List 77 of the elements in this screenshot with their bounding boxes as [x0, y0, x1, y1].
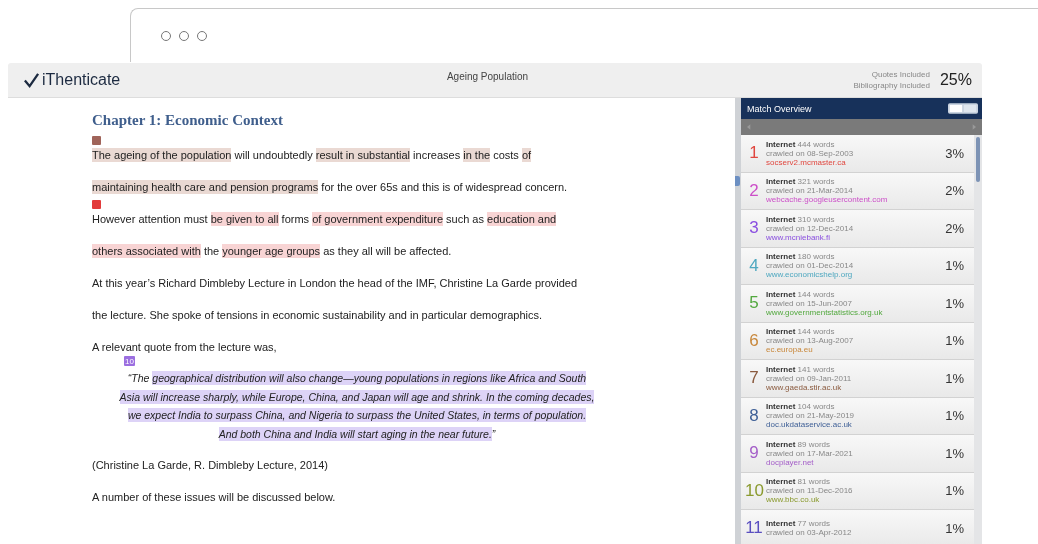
crawl-date: crawled on 15-Jun-2007	[766, 298, 853, 308]
crawl-date: crawled on 17-Mar-2021	[766, 448, 854, 458]
match-percent: 3%	[945, 145, 964, 161]
source-type: Internet 444 words	[766, 139, 836, 149]
panel-title: Match Overview	[747, 103, 812, 114]
source-number: 9	[748, 443, 760, 464]
source-url[interactable]: socserv2.mcmaster.ca	[766, 157, 946, 167]
document-text: A number of these issues will be discussed below.	[92, 491, 336, 503]
source-number: 4	[748, 255, 760, 276]
source-number: 7	[748, 368, 760, 389]
crawl-date: crawled on 08-Sep-2003	[766, 148, 855, 158]
match-percent: 2%	[945, 183, 964, 199]
match-percent: 2%	[945, 220, 964, 236]
chapter-heading: Chapter 1: Economic Context	[92, 112, 284, 129]
filter-option[interactable]: Bibliography Included	[853, 81, 930, 90]
crawl-date: crawled on 21-Mar-2014	[766, 186, 854, 196]
match-percent: 1%	[945, 483, 964, 499]
source-type: Internet 321 words	[766, 177, 836, 187]
source-type: Internet 141 words	[766, 364, 836, 374]
match-percent: 1%	[945, 445, 964, 461]
source-type: Internet 77 words	[766, 519, 832, 529]
source-url[interactable]: docplayer.net	[766, 457, 946, 467]
crawl-date: crawled on 09-Jan-2011	[766, 373, 853, 383]
source-url[interactable]: www.mcniebank.fi	[766, 232, 946, 242]
crawl-date: crawled on 01-Dec-2014	[766, 261, 855, 271]
source-number: 11	[745, 518, 763, 539]
source-number: 3	[748, 218, 760, 239]
source-type: Internet 310 words	[766, 214, 836, 224]
crawl-date: crawled on 03-Apr-2012	[766, 528, 853, 538]
source-number: 2	[748, 180, 760, 201]
document-text: And both China and India will start aging in the near future.”	[218, 427, 496, 440]
source-number: 10	[745, 480, 763, 501]
match-marker[interactable]	[92, 136, 101, 145]
match-percent: 1%	[945, 258, 964, 274]
source-url[interactable]: www.gaeda.stir.ac.uk	[766, 382, 946, 392]
crawl-date: crawled on 21-May-2019	[766, 411, 856, 421]
source-type: Internet 104 words	[766, 402, 836, 412]
brand-logo: iThenticate	[42, 71, 121, 89]
panel-tab-handle[interactable]	[735, 176, 740, 186]
match-percent: 1%	[945, 370, 964, 386]
source-number: 1	[748, 143, 760, 164]
view-toggle-icon[interactable]	[948, 103, 978, 114]
source-number: 8	[748, 405, 760, 426]
crawl-date: crawled on 12-Dec-2014	[766, 223, 855, 233]
match-percent: 1%	[945, 408, 964, 424]
document-text: However attention must be given to all forms of government expenditure such as education and	[92, 213, 557, 225]
document-title: Ageing Population	[446, 70, 529, 82]
document-text: maintaining health care and pension programs for the over 65s and this is of widespread concern.	[92, 181, 568, 193]
document-text: (Christine La Garde, R. Dimbleby Lecture, 2014)	[92, 459, 328, 471]
source-number: 6	[748, 330, 760, 351]
checkmark-icon	[23, 71, 40, 89]
match-percent: 1%	[945, 295, 964, 311]
document-text: others associated with the younger age groups as they all will be affected.	[92, 245, 452, 257]
scrollbar[interactable]	[976, 137, 980, 182]
document-text: A relevant quote from the lecture was,	[92, 341, 277, 353]
filter-option[interactable]: Quotes Included	[871, 70, 930, 79]
source-type: Internet 144 words	[766, 327, 836, 337]
document-text: we expect India to surpass China, and Nigeria to surpass the United States, in terms of population.	[127, 409, 587, 422]
document-text: “The geographical distribution will also change—young populations in regions like Africa and South	[127, 372, 587, 385]
crawl-date: crawled on 11-Dec-2016	[766, 486, 854, 496]
document-text: The ageing of the population will undoubtedly result in substantial increases in the costs of	[92, 149, 532, 161]
source-type: Internet 144 words	[766, 289, 836, 299]
source-number: 5	[748, 293, 760, 314]
source-type: Internet 89 words	[766, 439, 832, 449]
source-type: Internet 180 words	[766, 252, 836, 262]
match-marker[interactable]: 10	[124, 356, 135, 366]
source-url[interactable]: doc.ukdataservice.ac.uk	[766, 420, 946, 430]
source-url[interactable]: webcache.googleusercontent.com	[766, 195, 946, 205]
similarity-score: 25%	[939, 71, 972, 89]
match-marker[interactable]	[92, 200, 101, 209]
match-percent: 1%	[945, 520, 964, 536]
document-text: Asia will increase sharply, while Europe, China, and Japan will age and shrink. In the coming decades,	[119, 390, 595, 403]
document-text: the lecture. She spoke of tensions in economic sustainability and in particular demographics.	[92, 309, 543, 321]
match-percent: 1%	[945, 333, 964, 349]
crawl-date: crawled on 13-Aug-2007	[766, 336, 855, 346]
document-text: At this year’s Richard Dimbleby Lecture in London the head of the IMF, Christine La Garde provided	[92, 277, 578, 289]
source-type: Internet 81 words	[766, 477, 832, 487]
